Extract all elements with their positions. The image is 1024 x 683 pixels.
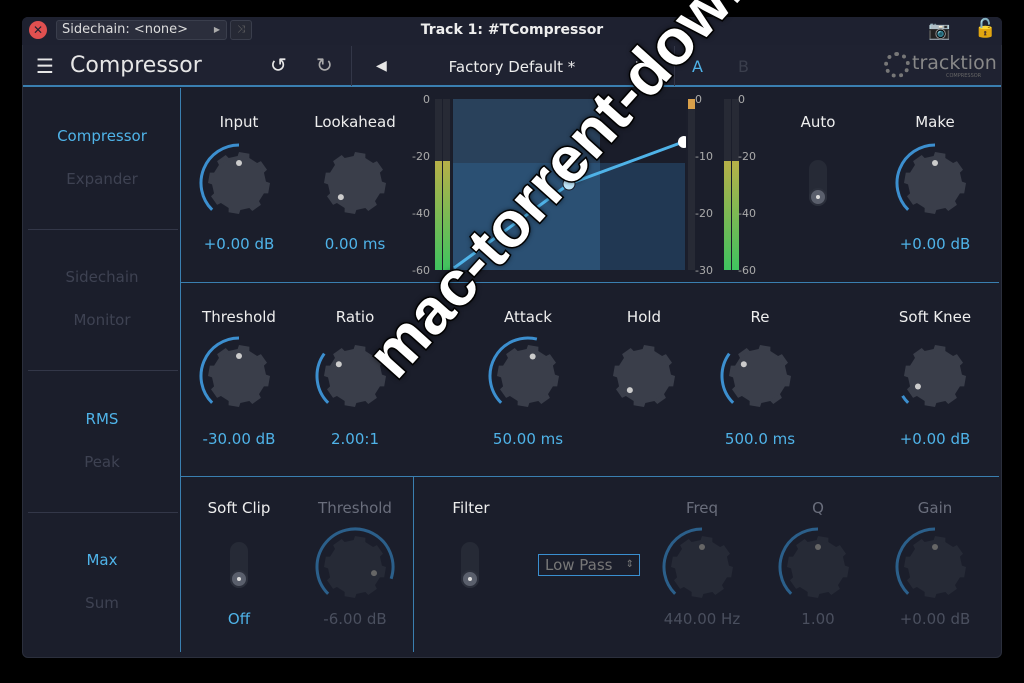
redo-icon[interactable]: ↻ [316,53,333,77]
makeup-label: Make [915,113,955,131]
release-label: Re [750,308,770,326]
soft-clip-toggle[interactable] [230,542,248,588]
soft-clip-label: Soft Clip [207,499,271,517]
gain-knob[interactable] [895,527,975,607]
gain-value: +0.00 dB [899,610,971,628]
menu-icon[interactable]: ☰ [36,54,54,78]
brand-logo: tracktion [912,52,997,74]
makeup-knob[interactable] [895,143,975,223]
q-value: 1.00 [801,610,835,628]
input-label: Input [219,113,259,131]
makeup-value: +0.00 dB [899,235,971,253]
brand-sub: COMPRESSOR [946,73,982,79]
tracktion-logo-icon [884,52,910,78]
axis-tick: -40 [738,207,756,220]
attack-label: Attack [504,308,552,326]
input-knob[interactable] [199,143,279,223]
divider [28,229,178,230]
input-value: +0.00 dB [203,235,275,253]
attack-knob[interactable] [488,336,568,416]
sidebar-item-compressor[interactable]: Compressor [23,127,181,145]
divider [181,476,999,477]
lookahead-label: Lookahead [314,113,396,131]
hold-knob[interactable] [604,336,684,416]
axis-tick: 0 [423,93,430,106]
prev-preset-icon[interactable]: ◀ [376,58,387,74]
undo-icon[interactable]: ↺ [270,53,287,77]
preset-name[interactable]: Factory Default * [400,58,624,76]
ratio-value: 2.00:1 [331,430,379,448]
auto-label: Auto [800,113,836,131]
output-meter-l [724,99,731,270]
updown-icon: ⇕ [625,559,634,570]
sidebar-item-expander[interactable]: Expander [23,170,181,188]
threshold-knob[interactable] [199,336,279,416]
filter-type-value: Low Pass [545,556,613,574]
axis-tick: -60 [738,264,756,277]
axis-tick: -10 [695,150,713,163]
attack-value: 50.00 ms [492,430,564,448]
gain-label: Gain [917,499,953,517]
axis-tick: 0 [738,93,745,106]
freq-label: Freq [685,499,719,517]
sc_threshold-label: Threshold [318,499,392,517]
threshold-label: Threshold [202,308,276,326]
release-value: 500.0 ms [724,430,796,448]
q-label: Q [812,499,824,517]
axis-tick: -40 [412,207,430,220]
divider [351,46,352,86]
filter-type-select[interactable]: Low Pass ⇕ [538,554,640,576]
filter-label: Filter [452,499,490,517]
ab-b-button[interactable]: B [738,57,749,76]
softknee-label: Soft Knee [898,308,972,326]
lookahead-value: 0.00 ms [324,235,386,253]
auto-toggle[interactable] [809,160,827,206]
threshold-value: -30.00 dB [202,430,276,448]
divider [28,370,178,371]
filter-toggle[interactable] [461,542,479,588]
sidebar-item-rms[interactable]: RMS [23,410,181,428]
unlock-icon[interactable]: 🔓 [974,18,996,39]
softknee-value: +0.00 dB [899,430,971,448]
release-knob[interactable] [720,336,800,416]
divider [28,512,178,513]
freq-value: 440.00 Hz [663,610,741,628]
freq-knob[interactable] [662,527,742,607]
softknee-knob[interactable] [895,336,975,416]
sc_threshold-knob[interactable] [315,527,395,607]
q-knob[interactable] [778,527,858,607]
sc_threshold-value: -6.00 dB [323,610,387,628]
sidebar-item-monitor[interactable]: Monitor [23,311,181,329]
output-meter-r [732,99,739,270]
axis-tick: -30 [695,264,713,277]
lookahead-knob[interactable] [315,143,395,223]
sidebar-item-sidechain[interactable]: Sidechain [23,268,181,286]
axis-tick: 0 [695,93,702,106]
sidebar-item-max[interactable]: Max [23,551,181,569]
axis-tick: -20 [412,150,430,163]
axis-tick: -20 [695,207,713,220]
window-title: Track 1: #TCompressor [420,22,604,38]
axis-tick: -20 [738,150,756,163]
gain-reduction-meter [688,99,695,270]
soft-clip-value: Off [227,610,251,628]
sidebar-item-peak[interactable]: Peak [23,453,181,471]
plugin-name: Compressor [70,53,202,78]
sidebar-item-sum[interactable]: Sum [23,594,181,612]
camera-icon[interactable]: 📷 [928,20,950,41]
hold-label: Hold [626,308,662,326]
divider [181,282,999,283]
ratio-handle[interactable] [678,136,686,148]
